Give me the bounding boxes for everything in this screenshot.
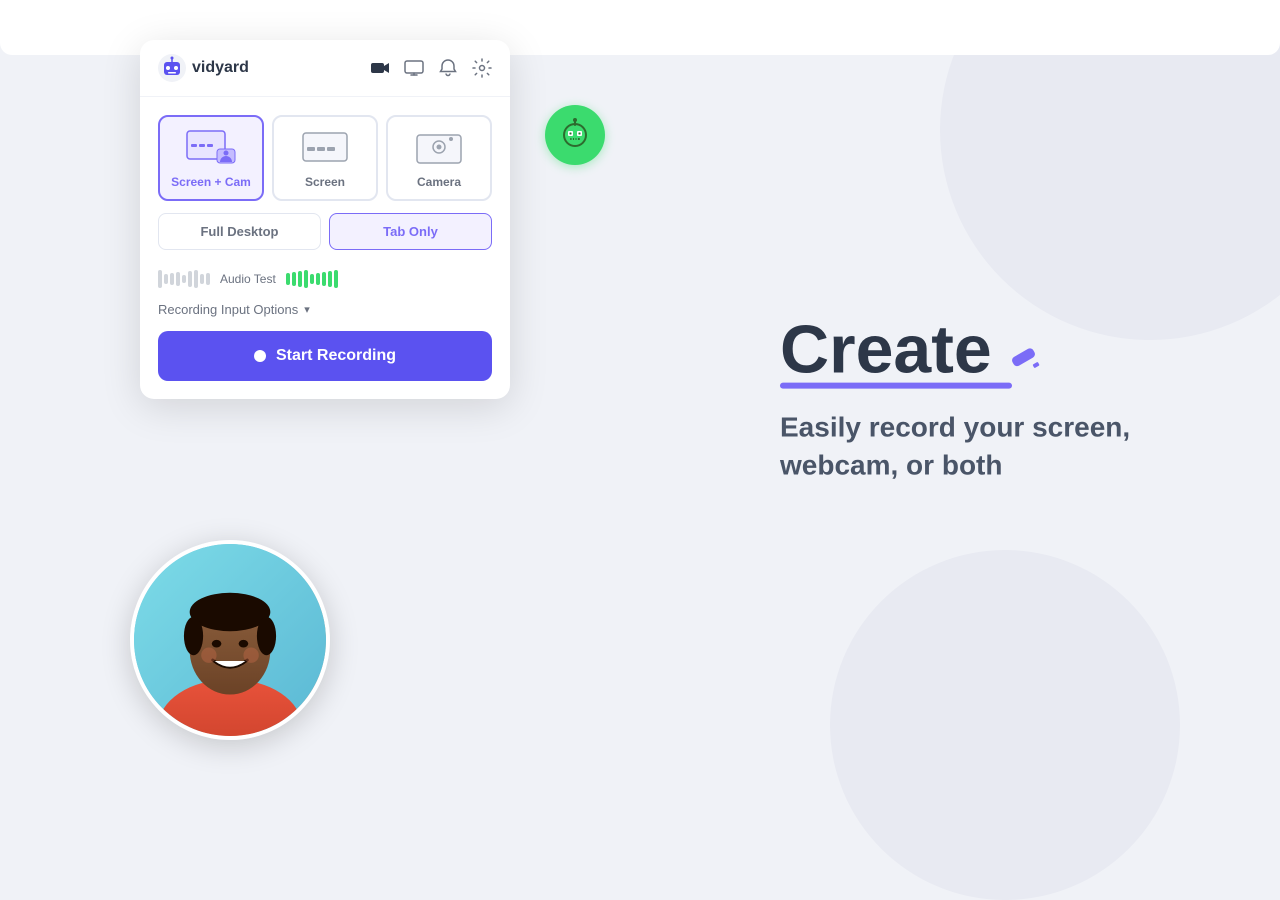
popup-header: vidyard [140, 40, 510, 97]
input-options-label: Recording Input Options [158, 302, 298, 317]
audio-bar-active [286, 273, 290, 285]
start-recording-button[interactable]: Start Recording [158, 331, 492, 381]
audio-bar-active [322, 272, 326, 286]
audio-bars-left [158, 270, 210, 288]
title-underline [780, 383, 1012, 389]
mode-camera[interactable]: Camera [386, 115, 492, 201]
header-icons [370, 58, 492, 78]
bg-decoration-circle-bottom [830, 550, 1180, 900]
settings-header-icon[interactable] [472, 58, 492, 78]
recording-input-options[interactable]: Recording Input Options ▾ [140, 298, 510, 331]
pencil-icon [1008, 344, 1044, 385]
mode-section: Screen + Cam Screen [140, 97, 510, 213]
audio-bar-active [304, 270, 308, 288]
camera-header-icon[interactable] [370, 58, 390, 78]
logo-text: vidyard [192, 59, 249, 77]
hero-subtitle: Easily record your screen, webcam, or bo… [780, 409, 1200, 485]
record-dot [254, 350, 266, 362]
audio-bar-active [310, 274, 314, 284]
audio-bar [200, 274, 204, 284]
full-desktop-btn[interactable]: Full Desktop [158, 213, 321, 250]
bell-header-icon[interactable] [438, 58, 458, 78]
sub-mode-section: Full Desktop Tab Only [140, 213, 510, 264]
audio-bar [170, 273, 174, 285]
audio-bar-active [292, 272, 296, 286]
audio-bar [206, 273, 210, 285]
mode-camera-label: Camera [417, 175, 461, 189]
audio-bar [158, 270, 162, 288]
chevron-down-icon: ▾ [304, 303, 310, 316]
vidyard-logo: vidyard [158, 54, 249, 82]
webcam-person [134, 544, 326, 736]
audio-bar [176, 272, 180, 286]
audio-bar-active [334, 270, 338, 288]
mode-screen-label: Screen [305, 175, 345, 189]
robot-icon [545, 105, 605, 165]
mode-screen[interactable]: Screen [272, 115, 378, 201]
audio-bar [182, 275, 186, 283]
audio-label: Audio Test [220, 272, 276, 286]
audio-bar [164, 274, 168, 284]
audio-bars-right [286, 270, 338, 288]
extension-popup: vidyard [140, 40, 510, 399]
audio-bar-active [316, 273, 320, 285]
mode-screen-cam[interactable]: Screen + Cam [158, 115, 264, 201]
start-recording-label: Start Recording [276, 347, 396, 365]
audio-bar [194, 270, 198, 288]
webcam-circle [130, 540, 330, 740]
audio-bar [188, 271, 192, 287]
hero-title: Create [780, 316, 992, 384]
mode-screen-cam-label: Screen + Cam [171, 175, 251, 189]
audio-section: Audio Test [140, 264, 510, 298]
mode-buttons: Screen + Cam Screen [158, 115, 492, 201]
tab-only-btn[interactable]: Tab Only [329, 213, 492, 250]
screen-header-icon[interactable] [404, 58, 424, 78]
audio-bar-active [328, 271, 332, 287]
right-content: Create Easily record your screen, webcam… [780, 316, 1200, 485]
audio-bar-active [298, 271, 302, 287]
